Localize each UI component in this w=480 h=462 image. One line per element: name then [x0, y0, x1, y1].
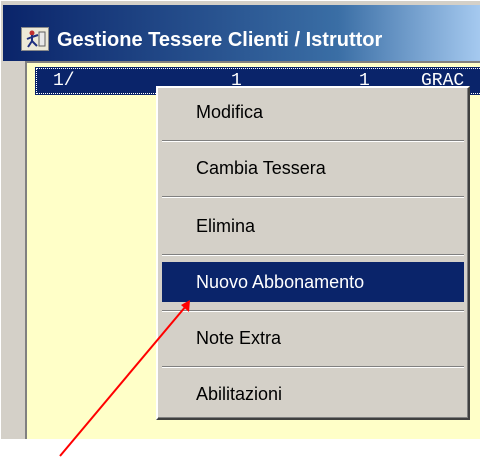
menu-item-cambia-tessera[interactable]: Cambia Tessera — [162, 148, 464, 188]
menu-item-modifica[interactable]: Modifica — [162, 92, 464, 132]
row-cell-code: 1/ — [53, 71, 75, 91]
menu-item-nuovo-abbonamento[interactable]: Nuovo Abbonamento — [162, 262, 464, 302]
menu-item-note-extra[interactable]: Note Extra — [162, 318, 464, 358]
menu-item-abilitazioni[interactable]: Abilitazioni — [162, 374, 464, 414]
menu-separator — [162, 366, 464, 368]
menu-separator — [162, 140, 464, 142]
title-bar[interactable]: Gestione Tessere Clienti / Istruttor — [3, 5, 480, 61]
menu-separator — [162, 254, 464, 256]
menu-separator — [162, 196, 464, 198]
app-figure-icon[interactable] — [21, 27, 49, 51]
context-menu: Modifica Cambia Tessera Elimina Nuovo Ab… — [156, 86, 470, 420]
window-frame-edge — [1, 411, 25, 439]
window-title: Gestione Tessere Clienti / Istruttor — [57, 29, 383, 51]
menu-item-elimina[interactable]: Elimina — [162, 206, 464, 246]
menu-separator — [162, 310, 464, 312]
